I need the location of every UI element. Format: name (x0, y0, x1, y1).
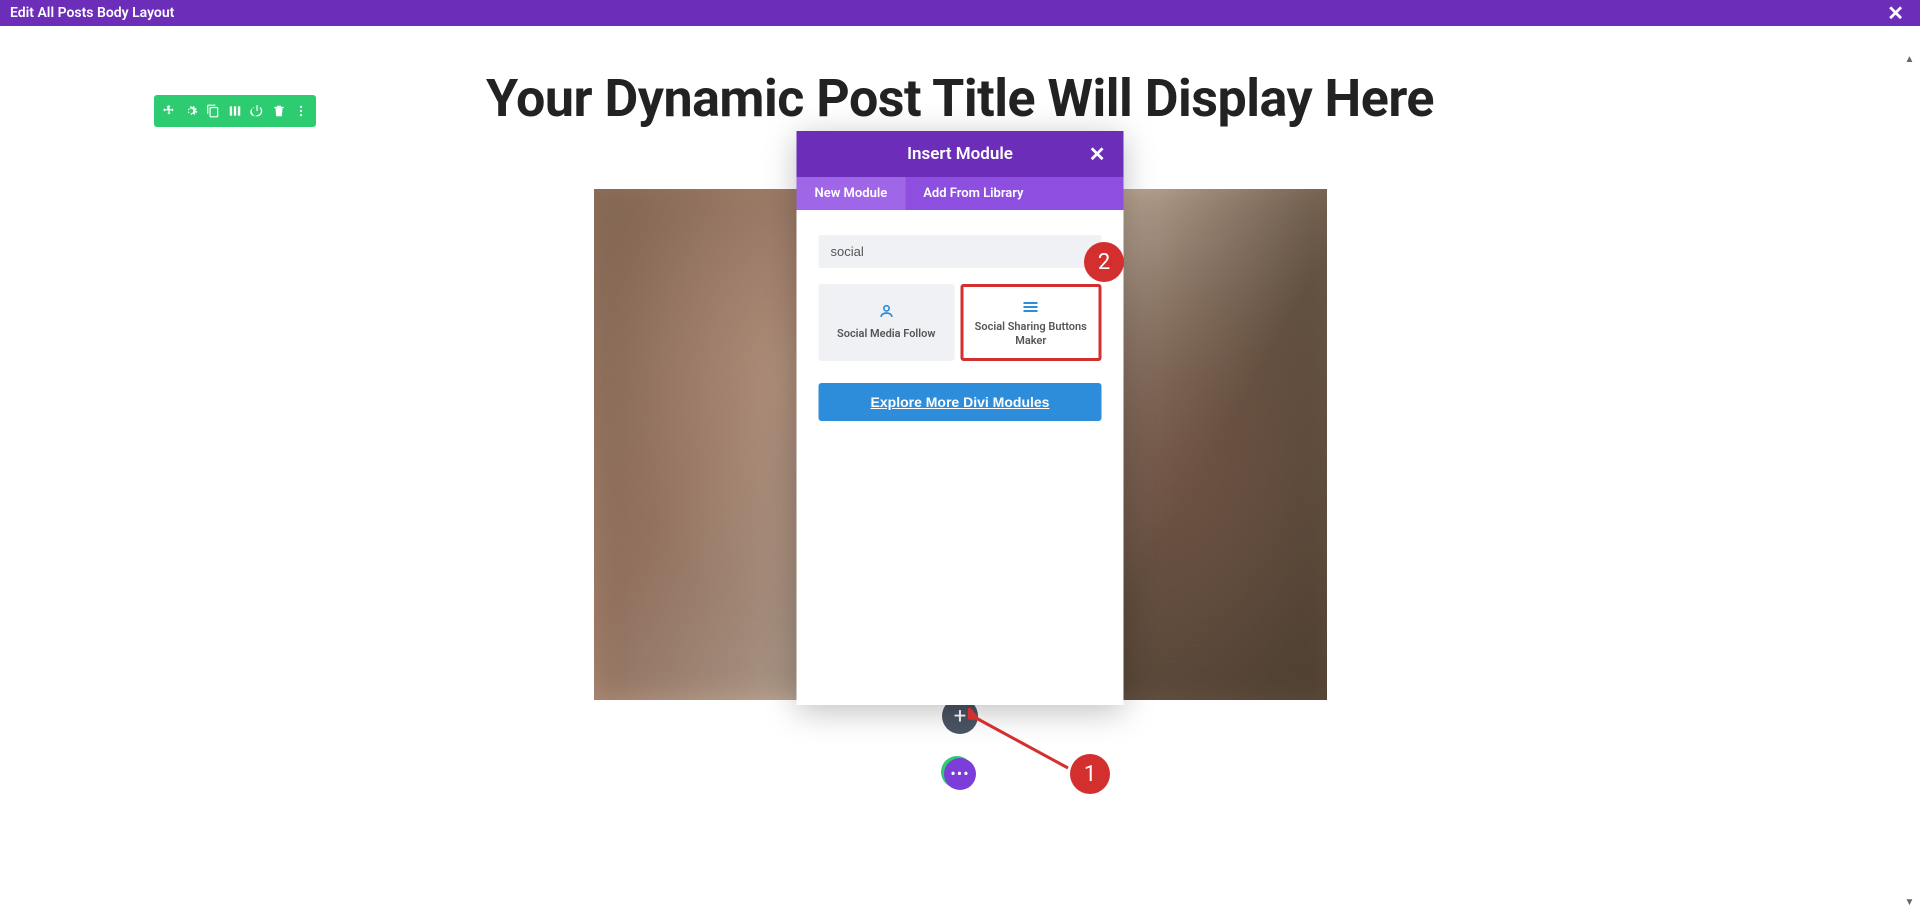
trash-icon[interactable] (268, 95, 290, 127)
user-icon (878, 303, 894, 323)
top-bar-title: Edit All Posts Body Layout (10, 5, 174, 21)
columns-icon[interactable] (224, 95, 246, 127)
module-label: Social Media Follow (837, 327, 936, 341)
module-label: Social Sharing Buttons Maker (971, 320, 1091, 348)
more-actions-button[interactable]: ••• (944, 758, 976, 790)
top-bar: Edit All Posts Body Layout ✕ (0, 0, 1920, 26)
plus-icon: + (954, 704, 966, 729)
annotation-arrow (968, 708, 1078, 778)
duplicate-icon[interactable] (202, 95, 224, 127)
module-social-media-follow[interactable]: Social Media Follow (819, 284, 955, 361)
tab-add-from-library[interactable]: Add From Library (905, 177, 1041, 210)
power-icon[interactable] (246, 95, 268, 127)
page-content: Your Dynamic Post Title Will Display Her… (0, 26, 1920, 911)
modal-body: Social Media Follow Social Sharing Butto… (797, 210, 1124, 705)
annotation-badge-2: 2 (1084, 242, 1124, 282)
close-icon[interactable]: ✕ (1881, 3, 1910, 23)
tab-new-module[interactable]: New Module (797, 177, 906, 210)
lines-icon (1024, 297, 1038, 316)
ellipsis-icon: ••• (950, 766, 969, 782)
explore-more-button[interactable]: Explore More Divi Modules (819, 383, 1102, 421)
modal-tabs: New Module Add From Library (797, 177, 1124, 210)
insert-module-modal: Insert Module ✕ New Module Add From Libr… (797, 131, 1124, 705)
module-social-sharing-buttons-maker[interactable]: Social Sharing Buttons Maker (960, 284, 1102, 361)
annotation-badge-1: 1 (1070, 754, 1110, 794)
modal-header[interactable]: Insert Module ✕ (797, 131, 1124, 177)
modal-title: Insert Module (907, 144, 1013, 164)
scroll-down-button[interactable]: ▼ (1903, 896, 1916, 909)
close-icon[interactable]: ✕ (1089, 144, 1106, 164)
section-toolbar (154, 95, 316, 127)
gear-icon[interactable] (180, 95, 202, 127)
more-icon[interactable] (290, 95, 312, 127)
scroll-up-button[interactable]: ▲ (1903, 53, 1916, 66)
move-icon[interactable] (158, 95, 180, 127)
search-input[interactable] (819, 235, 1102, 268)
